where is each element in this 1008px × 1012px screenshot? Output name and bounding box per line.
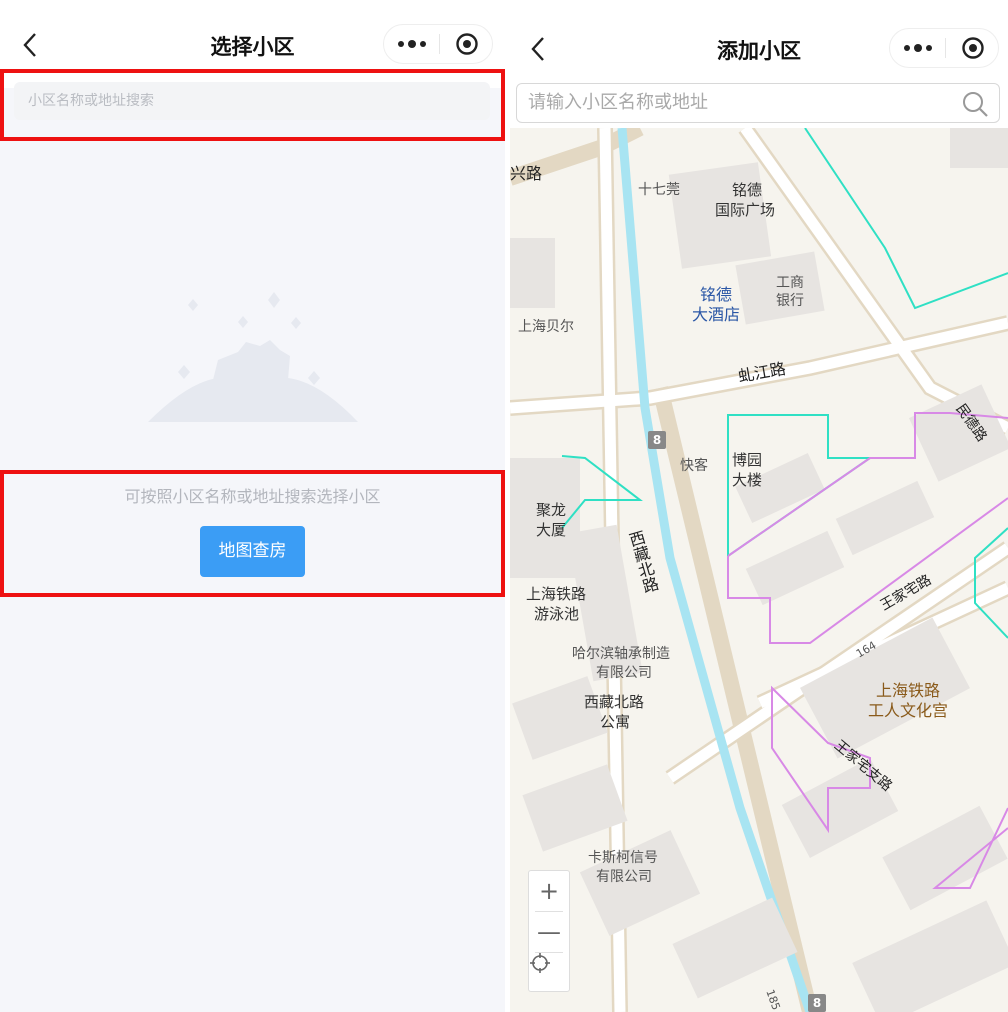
poi-label: 大厦 bbox=[536, 521, 567, 539]
poi-label: 有限公司 bbox=[596, 869, 652, 885]
map-base bbox=[510, 128, 1008, 1012]
poi-label: 卡斯柯信号 bbox=[588, 850, 658, 866]
poi-label: 上海铁路 bbox=[876, 681, 941, 700]
more-dots-icon[interactable] bbox=[890, 29, 945, 67]
search-icon[interactable] bbox=[961, 90, 989, 118]
empty-state-illustration bbox=[148, 292, 358, 422]
zoom-in-button[interactable]: + bbox=[529, 871, 569, 911]
search-input[interactable]: 请输入小区名称或地址 bbox=[516, 83, 1000, 123]
poi-label: 西藏北路 bbox=[584, 693, 645, 711]
right-navbar: 添加小区 请输入小区名称或地址 bbox=[510, 0, 1008, 128]
poi-label: 工人文化宫 bbox=[868, 701, 949, 720]
poi-label: 上海铁路 bbox=[526, 585, 587, 603]
road-label: 兴路 bbox=[510, 164, 543, 183]
poi-label: 铭德 bbox=[700, 285, 733, 304]
hint-highlight-box bbox=[0, 470, 505, 597]
capsule-menu bbox=[889, 28, 999, 68]
poi-label: 聚龙 bbox=[536, 501, 567, 519]
poi-label: 有限公司 bbox=[596, 665, 652, 681]
poi-label: 博园 bbox=[732, 451, 763, 469]
search-placeholder: 请输入小区名称或地址 bbox=[528, 92, 708, 113]
route-badge: 8 bbox=[648, 431, 666, 449]
poi-label: 游泳池 bbox=[534, 605, 580, 623]
target-icon[interactable] bbox=[946, 29, 999, 67]
map-zoom-controls: + — bbox=[528, 870, 570, 992]
poi-label: 哈尔滨轴承制造 bbox=[572, 646, 670, 662]
poi-label: 大楼 bbox=[732, 471, 763, 489]
target-icon[interactable] bbox=[440, 25, 493, 63]
capsule-menu bbox=[383, 24, 493, 64]
zoom-out-button[interactable]: — bbox=[529, 912, 569, 952]
more-dots-icon[interactable] bbox=[384, 25, 439, 63]
poi-label: 上海贝尔 bbox=[518, 319, 574, 335]
select-community-panel: 选择小区 小区名称或地址搜索 可按照小区名称或地址搜索选择小区 地图查房 bbox=[0, 0, 505, 1012]
poi-label: 公寓 bbox=[600, 713, 631, 731]
poi-label: 国际广场 bbox=[715, 201, 776, 219]
poi-label: 工商 bbox=[776, 275, 804, 291]
map-view[interactable]: 兴路 十七莞 铭德 国际广场 工商 银行 铭德 大酒店 上海贝尔 虬江路 民德路… bbox=[510, 128, 1008, 1012]
add-community-panel: 添加小区 请输入小区名称或地址 兴路 十七莞 铭德 国际广场 工商 银行 铭德 … bbox=[510, 0, 1008, 1012]
locate-icon[interactable] bbox=[529, 952, 569, 992]
search-highlight-box bbox=[0, 69, 505, 141]
route-badge: 8 bbox=[808, 994, 826, 1012]
poi-label: 大酒店 bbox=[692, 305, 741, 324]
poi-label: 银行 bbox=[776, 293, 804, 309]
map-label: 十七莞 bbox=[638, 182, 680, 198]
poi-label: 铭德 bbox=[732, 181, 763, 199]
poi-label: 快客 bbox=[680, 458, 708, 474]
